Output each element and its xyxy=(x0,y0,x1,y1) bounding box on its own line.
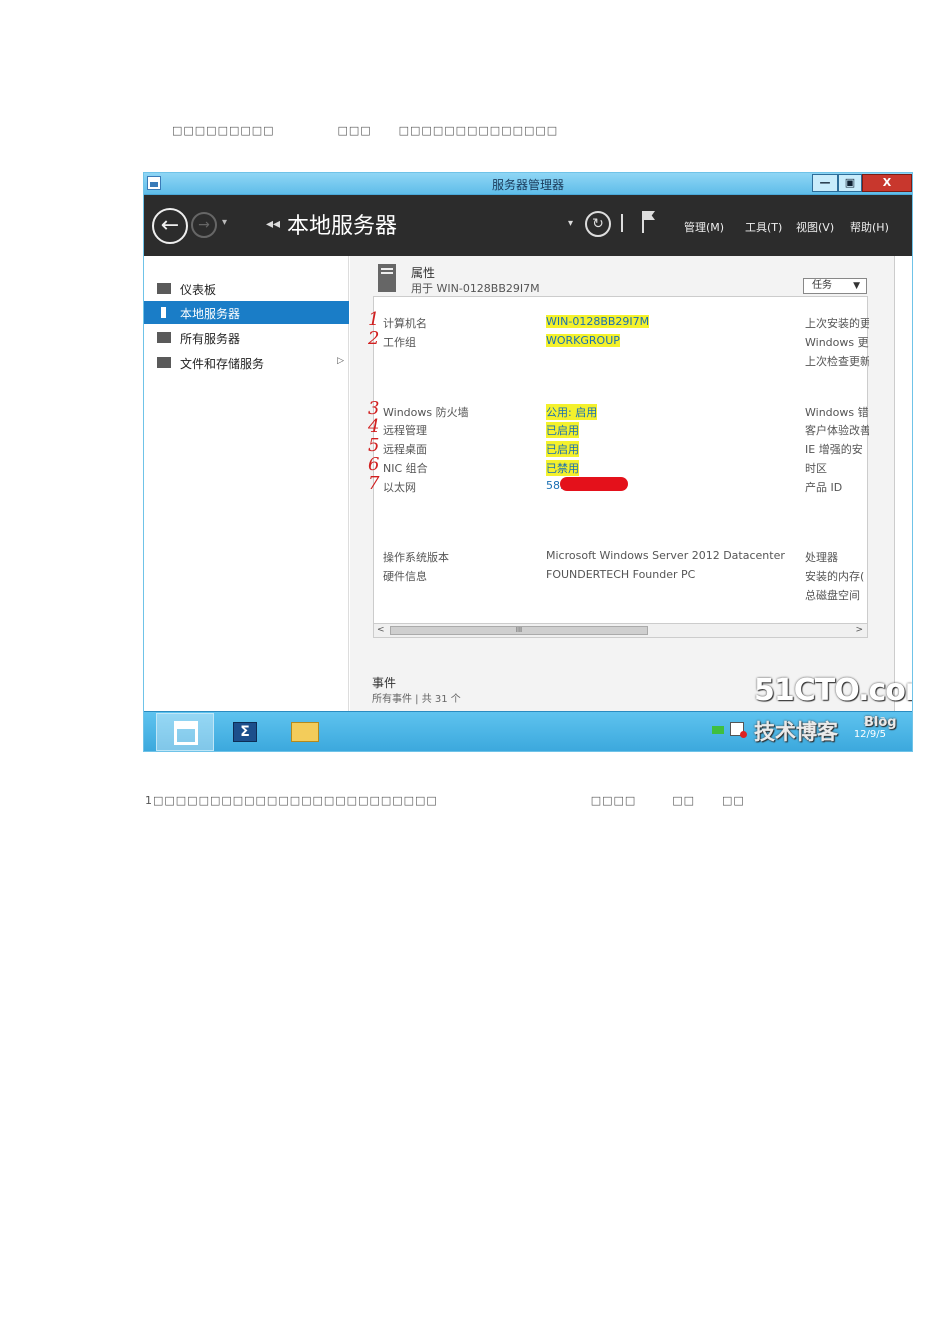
sidebar-item-all-servers[interactable]: 所有服务器 xyxy=(144,326,349,349)
document-text-top: □□□□□□□□□ □□□ □□□□□□□□□□□□□□ xyxy=(172,124,559,137)
property-key-right: 总磁盘空间 xyxy=(805,589,860,602)
dashboard-icon xyxy=(157,283,171,294)
document-text-bottom: 1□□□□□□□□□□□□□□□□□□□□□□□□□ □□□□ □□ □□ xyxy=(145,794,745,807)
back-arrow-icon[interactable]: ← xyxy=(152,208,188,244)
properties-subtitle: 用于 WIN-0128BB29I7M xyxy=(411,282,540,295)
taskbar-file-explorer[interactable] xyxy=(276,713,334,751)
property-key: 计算机名 xyxy=(383,317,427,330)
close-button[interactable]: X xyxy=(862,174,912,192)
scroll-thumb[interactable]: III xyxy=(390,626,648,635)
handwritten-number: 2 xyxy=(368,328,380,349)
navigation-bar: ← → ▾ ◂◂ 本地服务器 ▾ ↻ 管理(M) 工具(T) 视图(V) 帮助(… xyxy=(144,195,912,256)
property-key-right: Windows 更 xyxy=(805,336,869,349)
sidebar-item-label: 所有服务器 xyxy=(180,332,241,346)
server-icon xyxy=(161,307,166,318)
server-manager-window: 服务器管理器 — ▣ X ← → ▾ ◂◂ 本地服务器 ▾ ↻ 管理(M) 工具… xyxy=(143,172,913,752)
taskbar-powershell[interactable]: Σ xyxy=(216,713,274,751)
handwritten-number: 1 xyxy=(368,309,380,330)
redaction-mark xyxy=(560,477,628,491)
forward-arrow-icon[interactable]: → xyxy=(191,212,217,238)
property-key: 硬件信息 xyxy=(383,570,427,583)
property-key-right: 上次安装的更 xyxy=(805,317,869,330)
property-key: 工作组 xyxy=(383,336,416,349)
handwritten-number: 5 xyxy=(368,435,380,456)
property-key-right: 安装的内存( xyxy=(805,570,865,583)
remote-desktop-link[interactable]: 已启用 xyxy=(546,441,579,457)
property-key: NIC 组合 xyxy=(383,462,428,475)
tasks-label: 任务 xyxy=(812,280,832,291)
scroll-left-icon[interactable]: < xyxy=(377,625,385,635)
events-subtitle: 所有事件 | 共 31 个 xyxy=(372,694,461,705)
menu-manage[interactable]: 管理(M) xyxy=(684,219,724,235)
menu-view[interactable]: 视图(V) xyxy=(796,219,834,235)
sidebar: 仪表板 本地服务器 所有服务器 文件和存储服务 ▷ xyxy=(144,256,349,711)
expand-arrow-icon[interactable]: ▷ xyxy=(337,356,344,366)
watermark-blog-en: Blog xyxy=(864,715,897,730)
remote-management-link[interactable]: 已启用 xyxy=(546,422,579,438)
tray-network-icon[interactable] xyxy=(730,722,747,738)
property-key: 远程管理 xyxy=(383,424,427,437)
property-key-right: IE 增强的安 xyxy=(805,443,863,456)
property-key: 操作系统版本 xyxy=(383,551,449,564)
menu-help[interactable]: 帮助(H) xyxy=(850,219,889,235)
handwritten-number: 4 xyxy=(368,416,380,437)
nic-teaming-link[interactable]: 已禁用 xyxy=(546,460,579,476)
window-title: 服务器管理器 xyxy=(491,178,564,192)
title-bar[interactable]: 服务器管理器 — ▣ X xyxy=(144,173,912,195)
handwritten-number: 7 xyxy=(368,473,380,494)
events-title: 事件 xyxy=(372,676,397,690)
handwritten-number: 6 xyxy=(368,454,380,475)
property-key-right: 客户体验改善 xyxy=(805,424,869,437)
servers-icon xyxy=(157,332,171,343)
property-key: Windows 防火墙 xyxy=(383,406,469,419)
tray-flag-icon[interactable] xyxy=(712,726,724,734)
content-pane: 属性 用于 WIN-0128BB29I7M 任务 ▼ 1 计算机名 WIN-01… xyxy=(350,256,895,711)
property-key: 以太网 xyxy=(383,481,416,494)
page-title: 本地服务器 xyxy=(287,214,398,239)
property-value: FOUNDERTECH Founder PC xyxy=(546,568,696,581)
properties-panel: 1 计算机名 WIN-0128BB29I7M 上次安装的更 2 工作组 WORK… xyxy=(368,296,869,638)
properties-server-icon xyxy=(378,264,396,292)
firewall-link[interactable]: 公用: 启用 xyxy=(546,404,598,420)
workgroup-link[interactable]: WORKGROUP xyxy=(546,334,620,347)
sidebar-item-label: 本地服务器 xyxy=(180,307,241,321)
notifications-flag-icon[interactable] xyxy=(642,211,658,233)
chevron-down-icon: ▼ xyxy=(853,281,860,291)
sidebar-item-dashboard[interactable]: 仪表板 xyxy=(144,277,349,300)
sidebar-item-file-storage[interactable]: 文件和存储服务 ▷ xyxy=(144,351,349,374)
computer-name-link[interactable]: WIN-0128BB29I7M xyxy=(546,315,650,328)
watermark-logo: 51CTO.com xyxy=(754,673,912,708)
watermark-blog-cn: 技术博客 xyxy=(754,720,838,744)
scroll-right-icon[interactable]: > xyxy=(855,625,863,635)
refresh-icon[interactable]: ↻ xyxy=(585,211,611,237)
breadcrumb-arrow-icon: ◂◂ xyxy=(266,216,281,232)
sidebar-item-label: 仪表板 xyxy=(180,283,217,297)
history-dropdown-icon[interactable]: ▾ xyxy=(222,217,227,228)
tasks-dropdown[interactable]: 任务 ▼ xyxy=(803,278,867,294)
storage-icon xyxy=(157,357,171,368)
powershell-icon: Σ xyxy=(233,722,257,742)
property-key-right: 时区 xyxy=(805,462,827,475)
property-key: 远程桌面 xyxy=(383,443,427,456)
properties-title: 属性 xyxy=(411,266,436,280)
property-key-right: 上次检查更新 xyxy=(805,355,869,368)
maximize-button[interactable]: ▣ xyxy=(838,174,862,192)
property-value: Microsoft Windows Server 2012 Datacenter xyxy=(546,549,785,562)
nav-separator xyxy=(621,214,623,232)
server-manager-icon xyxy=(174,721,198,745)
breadcrumb-dropdown-icon[interactable]: ▾ xyxy=(568,218,573,229)
minimize-button[interactable]: — xyxy=(812,174,838,192)
property-key-right: Windows 错 xyxy=(805,406,869,419)
property-key-right: 处理器 xyxy=(805,551,838,564)
vertical-scrollbar[interactable]: ^ xyxy=(894,256,895,711)
horizontal-scrollbar[interactable]: < III > xyxy=(374,623,867,637)
menu-tools[interactable]: 工具(T) xyxy=(745,219,782,235)
property-key-right: 产品 ID xyxy=(805,481,843,494)
sidebar-item-local-server[interactable]: 本地服务器 xyxy=(144,301,349,324)
sidebar-item-label: 文件和存储服务 xyxy=(180,357,265,371)
folder-icon xyxy=(291,722,319,742)
taskbar-server-manager[interactable] xyxy=(156,713,214,751)
